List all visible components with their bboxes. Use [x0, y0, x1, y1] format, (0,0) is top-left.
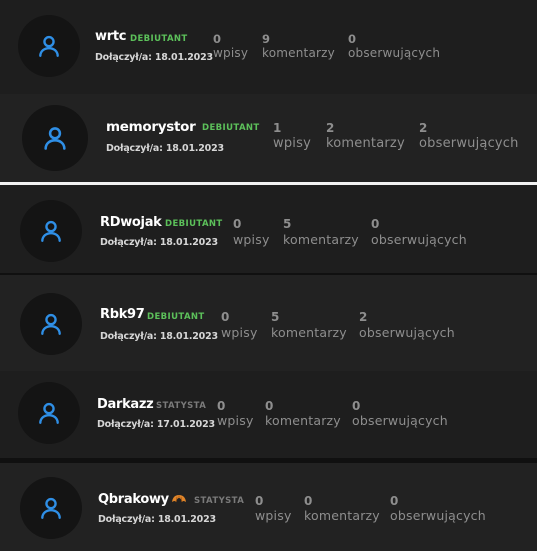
- avatar[interactable]: [20, 477, 82, 539]
- role-badge: DEBIUTANT: [147, 312, 205, 322]
- comments-count: 0: [304, 494, 313, 508]
- followers-label: obserwujących: [419, 136, 519, 151]
- join-date: Dołączył/a: 18.01.2023: [98, 514, 216, 525]
- user-icon: [39, 402, 59, 424]
- posts-label: wpisy: [233, 232, 270, 247]
- user-icon: [41, 313, 61, 335]
- user-card[interactable]: Darkazz STATYSTA Dołączył/a: 17.01.2023 …: [0, 371, 537, 458]
- posts-count: 1: [273, 121, 282, 135]
- username[interactable]: Rbk97: [100, 307, 145, 322]
- posts-count: 0: [233, 217, 242, 231]
- followers-count: 0: [390, 494, 399, 508]
- comments-label: komentarzy: [262, 46, 335, 60]
- comments-label: komentarzy: [283, 232, 359, 247]
- join-date: Dołączył/a: 17.01.2023: [97, 419, 215, 430]
- comments-label: komentarzy: [265, 413, 341, 428]
- posts-label: wpisy: [217, 413, 254, 428]
- posts-label: wpisy: [221, 325, 258, 340]
- posts-count: 0: [255, 494, 264, 508]
- user-card[interactable]: memorystor DEBIUTANT Dołączył/a: 18.01.2…: [0, 94, 537, 182]
- followers-count: 0: [371, 217, 380, 231]
- posts-label: wpisy: [273, 136, 311, 151]
- posts-count: 0: [221, 310, 230, 324]
- followers-count: 0: [348, 32, 357, 46]
- user-icon: [41, 497, 61, 519]
- posts-count: 0: [217, 399, 226, 413]
- followers-count: 0: [352, 399, 361, 413]
- role-badge: STATYSTA: [194, 496, 245, 506]
- username[interactable]: wrtc: [95, 29, 126, 44]
- comments-count: 9: [262, 32, 271, 46]
- join-date: Dołączył/a: 18.01.2023: [100, 237, 218, 248]
- comments-label: komentarzy: [271, 325, 347, 340]
- avatar[interactable]: [20, 293, 82, 355]
- comments-label: komentarzy: [326, 136, 405, 151]
- comments-count: 5: [283, 217, 292, 231]
- followers-label: obserwujących: [359, 325, 455, 340]
- username[interactable]: Qbrakowy: [98, 492, 169, 507]
- role-badge: DEBIUTANT: [165, 219, 223, 229]
- avatar[interactable]: [20, 200, 82, 262]
- avatar[interactable]: [22, 105, 88, 171]
- followers-count: 2: [359, 310, 368, 324]
- join-date: Dołączył/a: 18.01.2023: [106, 143, 224, 154]
- followers-count: 2: [419, 121, 428, 135]
- posts-count: 0: [213, 32, 222, 46]
- username[interactable]: Darkazz: [97, 397, 154, 412]
- role-badge: DEBIUTANT: [130, 34, 188, 44]
- comments-count: 5: [271, 310, 280, 324]
- user-icon: [41, 220, 61, 242]
- croissant-icon: [172, 495, 186, 503]
- user-card[interactable]: Rbk97 DEBIUTANT Dołączył/a: 18.01.2023 0…: [0, 275, 537, 371]
- followers-label: obserwujących: [348, 46, 441, 60]
- username[interactable]: RDwojak: [100, 215, 162, 230]
- followers-label: obserwujących: [352, 413, 448, 428]
- user-card[interactable]: RDwojak DEBIUTANT Dołączył/a: 18.01.2023…: [0, 185, 537, 273]
- followers-label: obserwujących: [390, 508, 486, 523]
- posts-label: wpisy: [255, 508, 292, 523]
- comments-count: 2: [326, 121, 335, 135]
- user-card[interactable]: Qbrakowy STATYSTA Dołączył/a: 18.01.2023…: [0, 463, 537, 551]
- role-badge: STATYSTA: [156, 401, 207, 411]
- comments-count: 0: [265, 399, 274, 413]
- followers-label: obserwujących: [371, 232, 467, 247]
- user-icon: [44, 127, 66, 150]
- avatar[interactable]: [18, 15, 80, 77]
- username[interactable]: memorystor: [106, 119, 196, 135]
- join-date: Dołączył/a: 18.01.2023: [100, 331, 218, 342]
- user-icon: [39, 35, 59, 57]
- join-date: Dołączył/a: 18.01.2023: [95, 52, 213, 63]
- comments-label: komentarzy: [304, 508, 380, 523]
- avatar[interactable]: [18, 382, 80, 444]
- posts-label: wpisy: [213, 46, 249, 60]
- user-card[interactable]: wrtc DEBIUTANT Dołączył/a: 18.01.2023 0 …: [0, 0, 537, 94]
- role-badge: DEBIUTANT: [202, 123, 260, 133]
